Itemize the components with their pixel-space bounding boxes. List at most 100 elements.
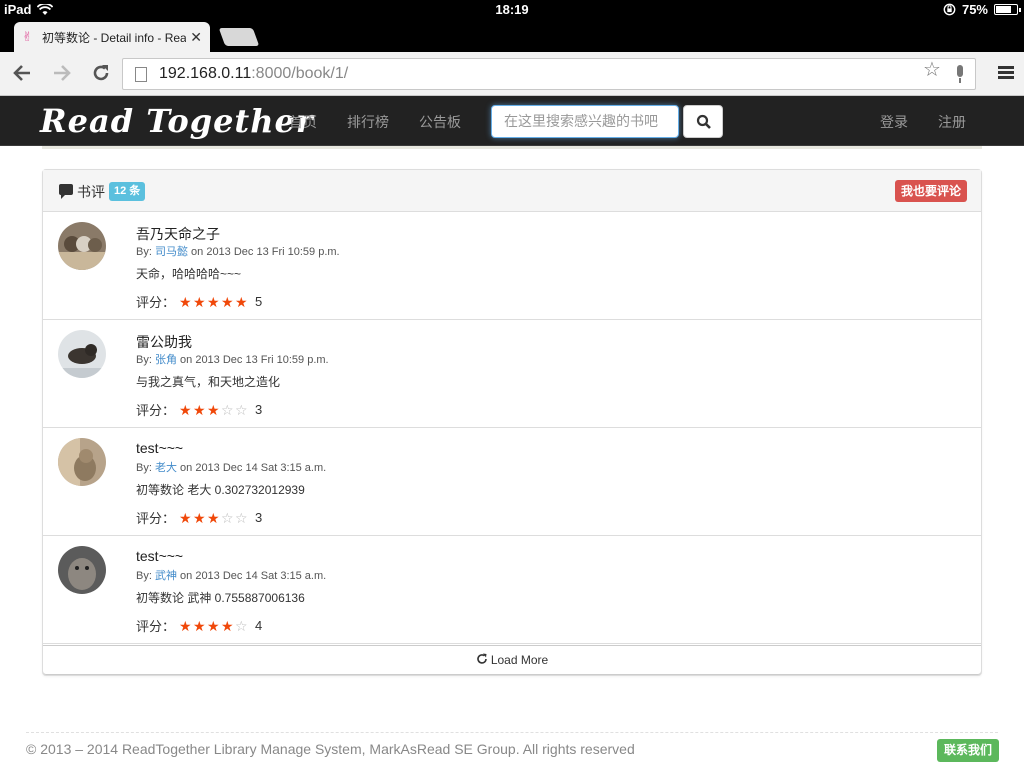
star-filled-icon: ★ [221, 617, 234, 634]
star-filled-icon: ★ [207, 293, 220, 310]
nav-link-ranking[interactable]: 排行榜 [347, 112, 389, 132]
microphone-icon[interactable] [955, 65, 965, 83]
brand-logo[interactable]: Read Together [40, 102, 314, 140]
battery-percent: 75% [961, 2, 988, 17]
rating-label: 评分： [136, 295, 176, 310]
browser-tab-strip: ✌ 初等数论 - Detail info - Rea ✕ [0, 20, 1024, 52]
star-filled-icon: ★ [193, 401, 206, 418]
rating-label: 评分： [136, 619, 176, 634]
contact-us-button[interactable]: 联系我们 [937, 739, 1000, 762]
review-date: on 2013 Dec 14 Sat 3:15 a.m. [180, 570, 327, 582]
site-navbar: Read Together 首页 排行榜 公告板 在这里搜索感兴趣的书吧 登录 … [0, 96, 1024, 146]
user-avatar[interactable] [58, 330, 106, 378]
star-filled-icon: ★ [221, 293, 234, 310]
review-body: 天命，哈哈哈哈~~~ [136, 267, 242, 281]
review-rating: 评分： ★ ★ ★ ☆ ☆ 3 [136, 508, 262, 527]
star-filled-icon: ★ [193, 509, 206, 526]
review-author-link[interactable]: 司马懿 [155, 246, 188, 258]
review-rating: 评分： ★ ★ ★ ★ ★ 5 [136, 292, 262, 311]
user-avatar[interactable] [58, 222, 106, 270]
review-body: 初等数论 老大 0.302732012939 [136, 483, 305, 497]
review-item: 雷公助我 By: 张角 on 2013 Dec 13 Fri 10:59 p.m.… [43, 320, 981, 428]
close-tab-icon[interactable]: ✕ [190, 29, 202, 46]
review-meta: By: 张角 on 2013 Dec 13 Fri 10:59 p.m. [136, 351, 329, 367]
search-button[interactable] [683, 105, 723, 138]
register-link[interactable]: 注册 [938, 112, 966, 132]
rabbit-favicon-icon: ✌ [22, 29, 33, 44]
back-arrow-icon[interactable] [10, 62, 34, 86]
page-icon [135, 66, 147, 82]
reviews-heading: 书评 [77, 184, 105, 200]
by-label: By: [136, 354, 152, 366]
load-more-label: Load More [490, 653, 549, 667]
by-label: By: [136, 246, 152, 258]
user-avatar[interactable] [58, 546, 106, 594]
browser-toolbar: 192.168.0.11:8000/book/1/ ☆ [0, 52, 1024, 96]
star-empty-icon: ☆ [221, 509, 234, 526]
review-title: 吾乃天命之子 [136, 226, 220, 242]
star-filled-icon: ★ [179, 509, 192, 526]
rating-label: 评分： [136, 403, 176, 418]
star-empty-icon: ☆ [235, 617, 248, 634]
nav-link-home[interactable]: 首页 [289, 112, 317, 132]
footer-divider [26, 732, 998, 733]
review-title: test~~~ [136, 440, 184, 456]
nav-link-bulletin[interactable]: 公告板 [419, 112, 461, 132]
review-meta: By: 武神 on 2013 Dec 14 Sat 3:15 a.m. [136, 567, 326, 583]
star-filled-icon: ★ [179, 401, 192, 418]
login-link[interactable]: 登录 [880, 112, 908, 132]
url-path: :8000/book/1/ [251, 65, 349, 82]
by-label: By: [136, 462, 152, 474]
reload-icon[interactable] [89, 62, 113, 86]
review-count-badge: 12 条 [109, 182, 146, 201]
rating-stars: ★ ★ ★ ☆ ☆ [179, 511, 249, 525]
review-body: 与我之真气，和天地之造化 [136, 375, 281, 389]
by-label: By: [136, 570, 152, 582]
review-author-link[interactable]: 张角 [155, 354, 177, 366]
review-list: 吾乃天命之子 By: 司马懿 on 2013 Dec 13 Fri 10:59 p… [43, 212, 981, 644]
star-filled-icon: ★ [193, 617, 206, 634]
browser-tab[interactable]: ✌ 初等数论 - Detail info - Rea ✕ [14, 22, 210, 52]
reviews-panel: 书评 12 条 我也要评论 吾乃天命之子 By: 司马懿 on 2013 Dec … [42, 169, 982, 676]
url-host: 192.168.0.11 [159, 65, 252, 82]
review-rating: 评分： ★ ★ ★ ☆ ☆ 3 [136, 400, 262, 419]
review-body: 初等数论 武神 0.755887006136 [136, 591, 305, 605]
add-review-button[interactable]: 我也要评论 [894, 180, 967, 202]
review-item: test~~~ By: 武神 on 2013 Dec 14 Sat 3:15 a.… [43, 536, 981, 644]
rating-label: 评分： [136, 511, 176, 526]
search-input[interactable]: 在这里搜索感兴趣的书吧 [491, 105, 679, 138]
load-more-button[interactable]: Load More [43, 645, 981, 675]
menu-icon[interactable] [998, 66, 1014, 80]
review-item: test~~~ By: 老大 on 2013 Dec 14 Sat 3:15 a.… [43, 428, 981, 536]
forward-arrow-icon[interactable] [50, 62, 74, 86]
rating-stars: ★ ★ ★ ★ ★ [179, 295, 249, 309]
star-filled-icon: ★ [207, 509, 220, 526]
review-date: on 2013 Dec 13 Fri 10:59 p.m. [180, 354, 329, 366]
star-filled-icon: ★ [179, 617, 192, 634]
user-avatar[interactable] [58, 438, 106, 486]
star-empty-icon: ☆ [221, 401, 234, 418]
reviews-panel-heading: 书评 12 条 我也要评论 [43, 170, 981, 212]
battery-icon [994, 4, 1021, 15]
star-empty-icon: ☆ [235, 401, 248, 418]
review-author-link[interactable]: 老大 [155, 462, 177, 474]
footer-copyright: © 2013 – 2014 ReadTogether Library Manag… [26, 741, 635, 757]
bookmark-star-icon[interactable]: ☆ [923, 60, 941, 80]
review-meta: By: 老大 on 2013 Dec 14 Sat 3:15 a.m. [136, 459, 326, 475]
rotation-lock-icon [943, 3, 956, 16]
battery-level-fill [996, 6, 1011, 13]
star-filled-icon: ★ [179, 293, 192, 310]
review-rating: 评分： ★ ★ ★ ★ ☆ 4 [136, 616, 262, 635]
rating-value: 3 [255, 510, 263, 525]
comment-icon [59, 184, 73, 199]
review-item: 吾乃天命之子 By: 司马懿 on 2013 Dec 13 Fri 10:59 p… [43, 212, 981, 320]
rating-value: 3 [255, 402, 263, 417]
rating-value: 5 [255, 294, 263, 309]
new-tab-button[interactable] [218, 28, 260, 46]
tab-title: 初等数论 - Detail info - Rea [42, 30, 187, 45]
address-bar[interactable]: 192.168.0.11:8000/book/1/ ☆ [122, 58, 976, 90]
status-time: 18:19 [495, 2, 529, 17]
rating-value: 4 [255, 618, 263, 633]
review-author-link[interactable]: 武神 [155, 570, 177, 582]
content-top-edge [42, 146, 982, 149]
